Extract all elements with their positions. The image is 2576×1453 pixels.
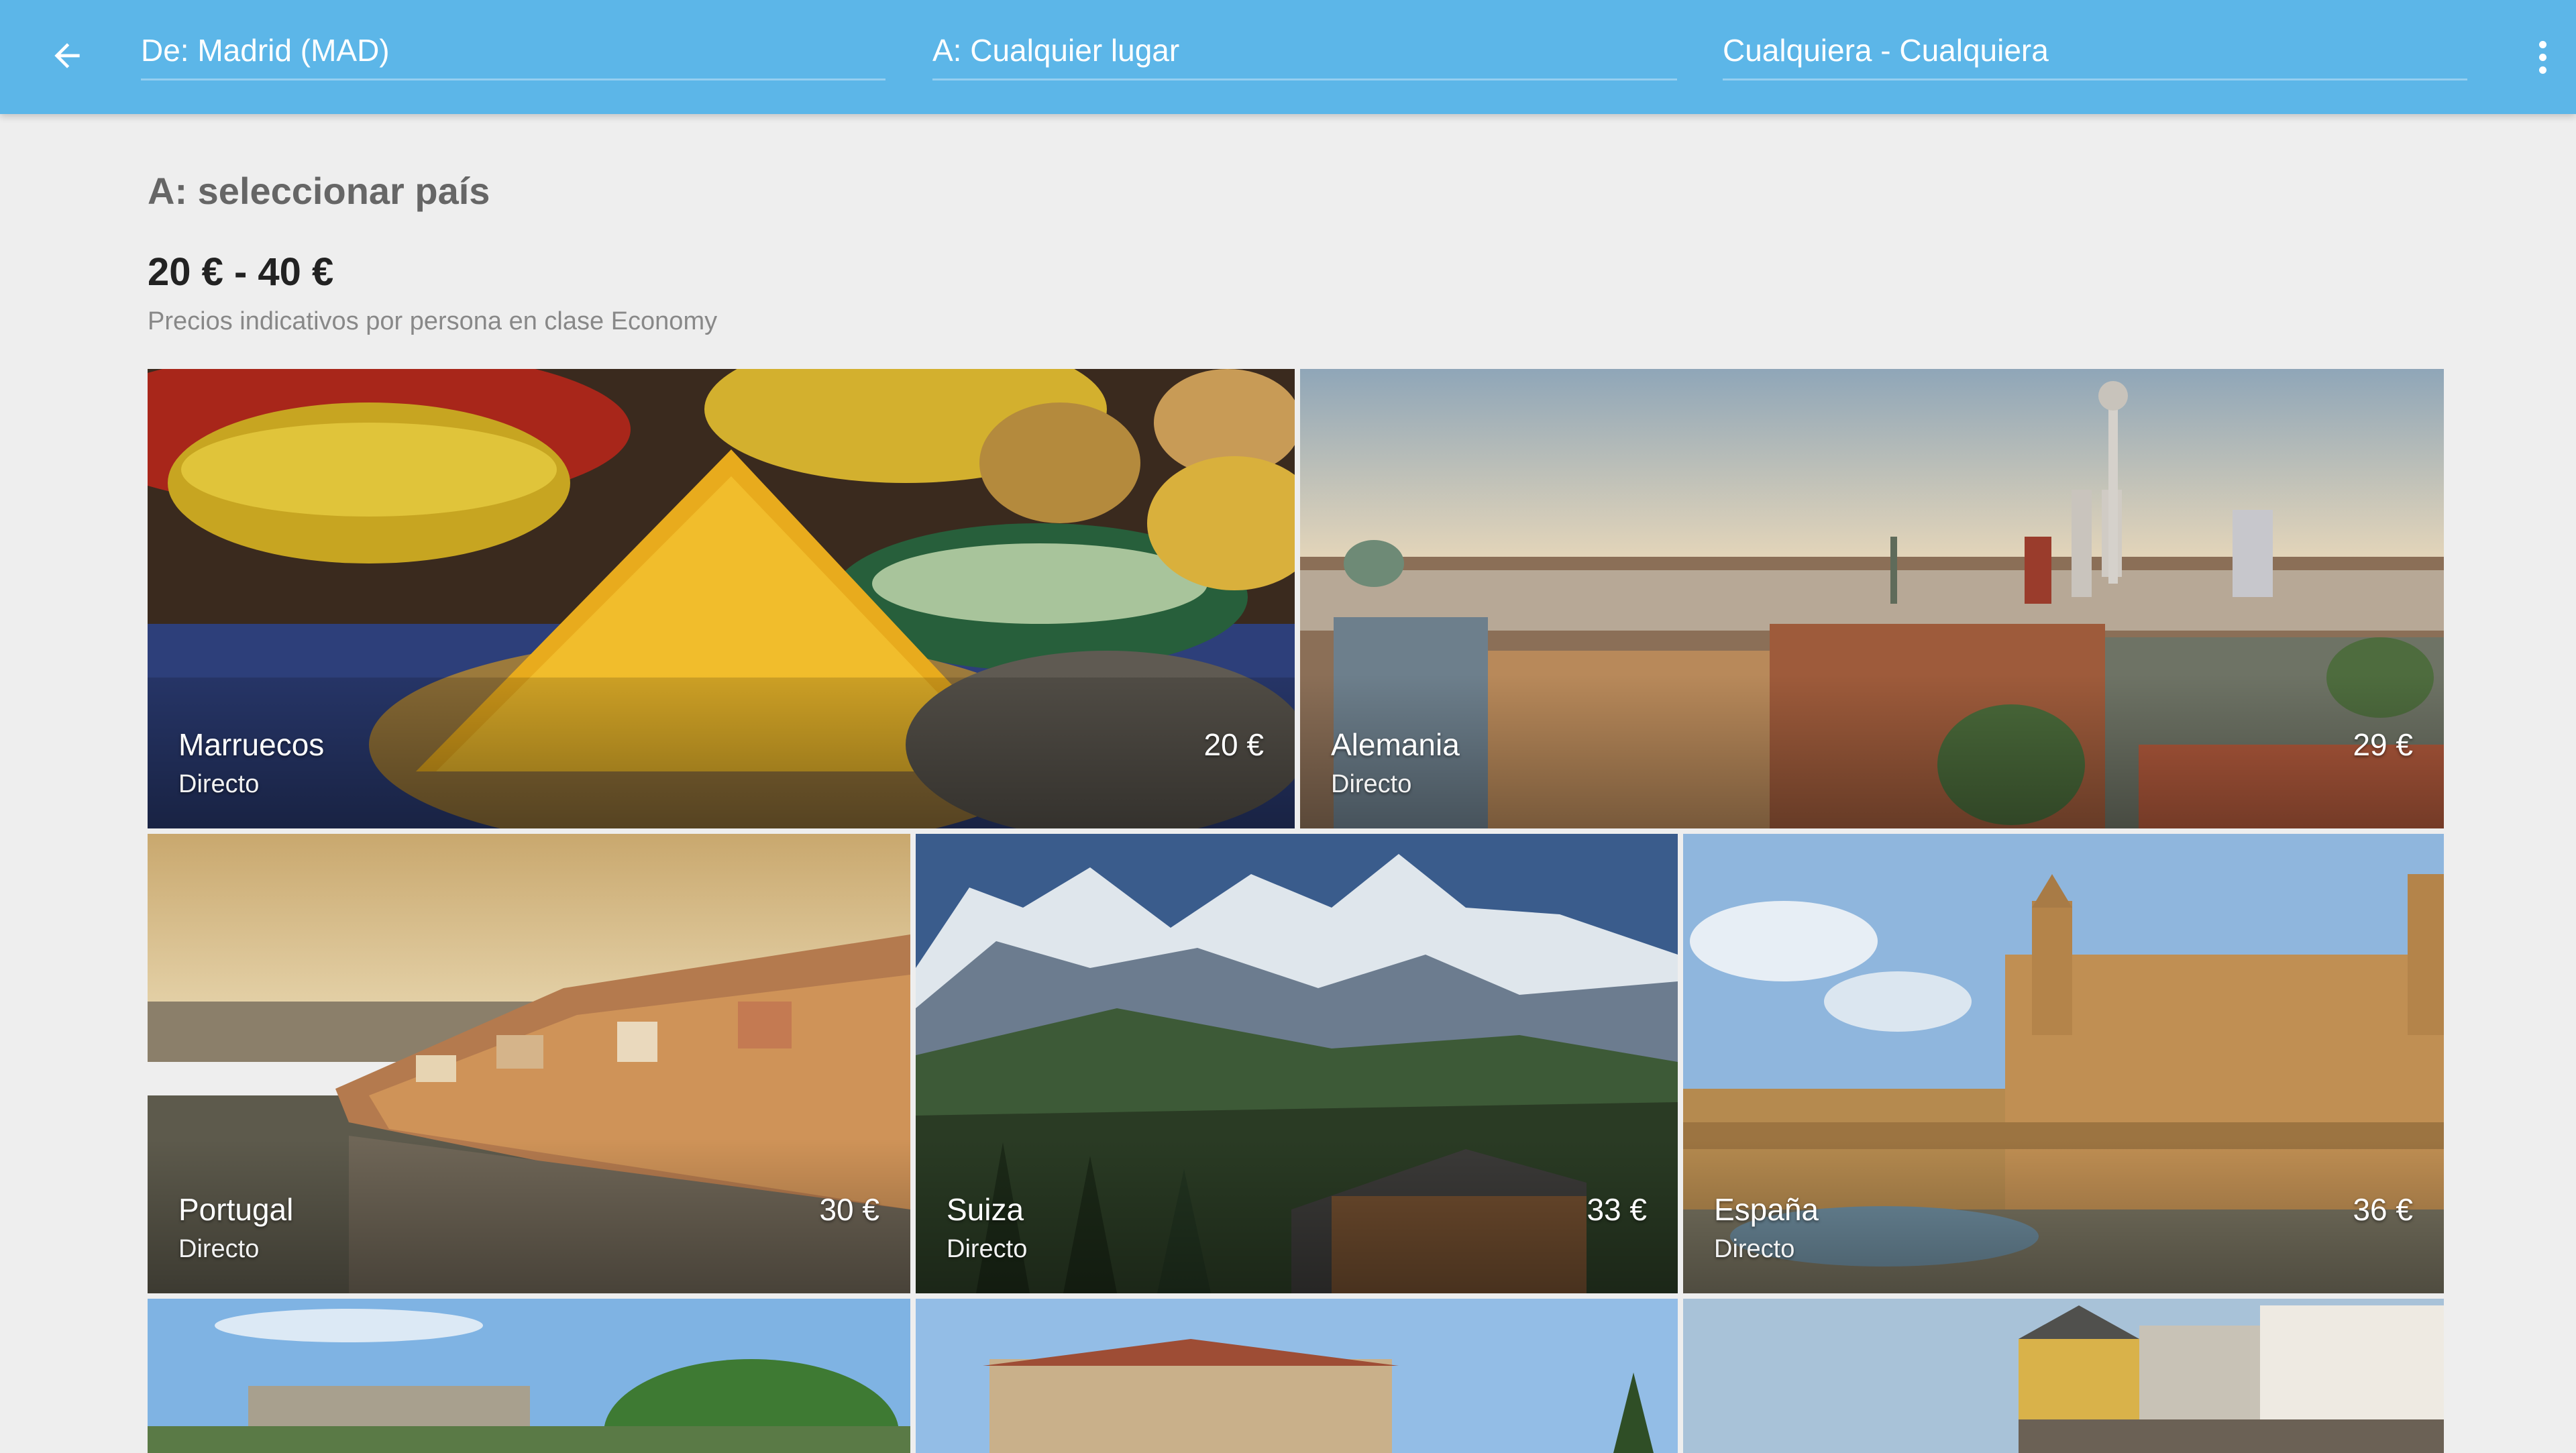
back-button[interactable] xyxy=(37,27,97,87)
destination-image xyxy=(1683,1299,2444,1453)
price-range: 20 € - 40 € xyxy=(148,250,334,294)
flight-type: Directo xyxy=(1331,770,1412,798)
arrow-back-icon xyxy=(48,37,86,78)
destination-name: Alemania xyxy=(1331,727,1460,762)
destination-image xyxy=(148,1299,910,1453)
price-note: Precios indicativos por persona en clase… xyxy=(148,307,718,335)
flight-type: Directo xyxy=(1714,1235,1795,1263)
destination-name: Portugal xyxy=(178,1192,294,1227)
destination-card-suiza[interactable]: Suiza Directo 33 € xyxy=(916,834,1678,1293)
dates-field[interactable]: Cualquiera - Cualquiera xyxy=(1723,25,2467,80)
destination-name: España xyxy=(1714,1192,1819,1227)
destination-card-portugal[interactable]: Portugal Directo 30 € xyxy=(148,834,910,1293)
more-options-button[interactable] xyxy=(2522,27,2563,87)
flight-type: Directo xyxy=(178,1235,260,1263)
origin-field[interactable]: De: Madrid (MAD) xyxy=(141,25,885,80)
top-app-bar: De: Madrid (MAD) A: Cualquier lugar Cual… xyxy=(0,0,2576,114)
destination-card-marruecos[interactable]: Marruecos Directo 20 € xyxy=(148,369,1295,828)
destination-price: 29 € xyxy=(2353,727,2413,762)
destination-image xyxy=(916,1299,1678,1453)
page-title: A: seleccionar país xyxy=(148,170,490,212)
destination-price: 30 € xyxy=(819,1192,879,1227)
destination-card[interactable] xyxy=(916,1299,1678,1453)
destination-price: 20 € xyxy=(1203,727,1264,762)
destination-card-espana[interactable]: España Directo 36 € xyxy=(1683,834,2444,1293)
destination-card[interactable] xyxy=(148,1299,910,1453)
destination-card[interactable] xyxy=(1683,1299,2444,1453)
destination-field[interactable]: A: Cualquier lugar xyxy=(932,25,1677,80)
flight-type: Directo xyxy=(947,1235,1028,1263)
flight-type: Directo xyxy=(178,770,260,798)
destination-price: 36 € xyxy=(2353,1192,2413,1227)
destination-price: 33 € xyxy=(1587,1192,1647,1227)
destination-name: Marruecos xyxy=(178,727,325,762)
more-vert-icon xyxy=(2538,40,2546,48)
destination-card-alemania[interactable]: Alemania Directo 29 € xyxy=(1300,369,2444,828)
destination-name: Suiza xyxy=(947,1192,1024,1227)
